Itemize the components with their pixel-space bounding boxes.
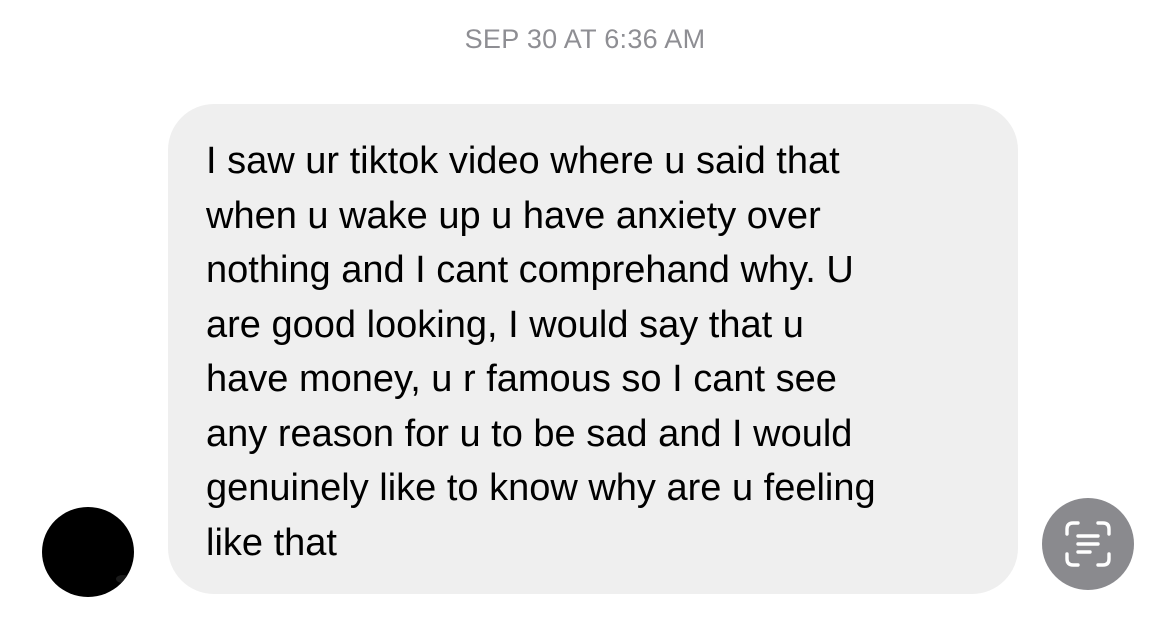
live-text-scan-icon <box>1065 521 1111 567</box>
message-text: I saw ur tiktok video where u said that … <box>206 140 876 564</box>
message-timestamp: SEP 30 AT 6:36 AM <box>464 24 706 54</box>
live-text-button[interactable] <box>1042 498 1134 590</box>
sender-avatar[interactable] <box>42 507 134 597</box>
received-message-bubble[interactable]: I saw ur tiktok video where u said that … <box>168 104 1018 594</box>
